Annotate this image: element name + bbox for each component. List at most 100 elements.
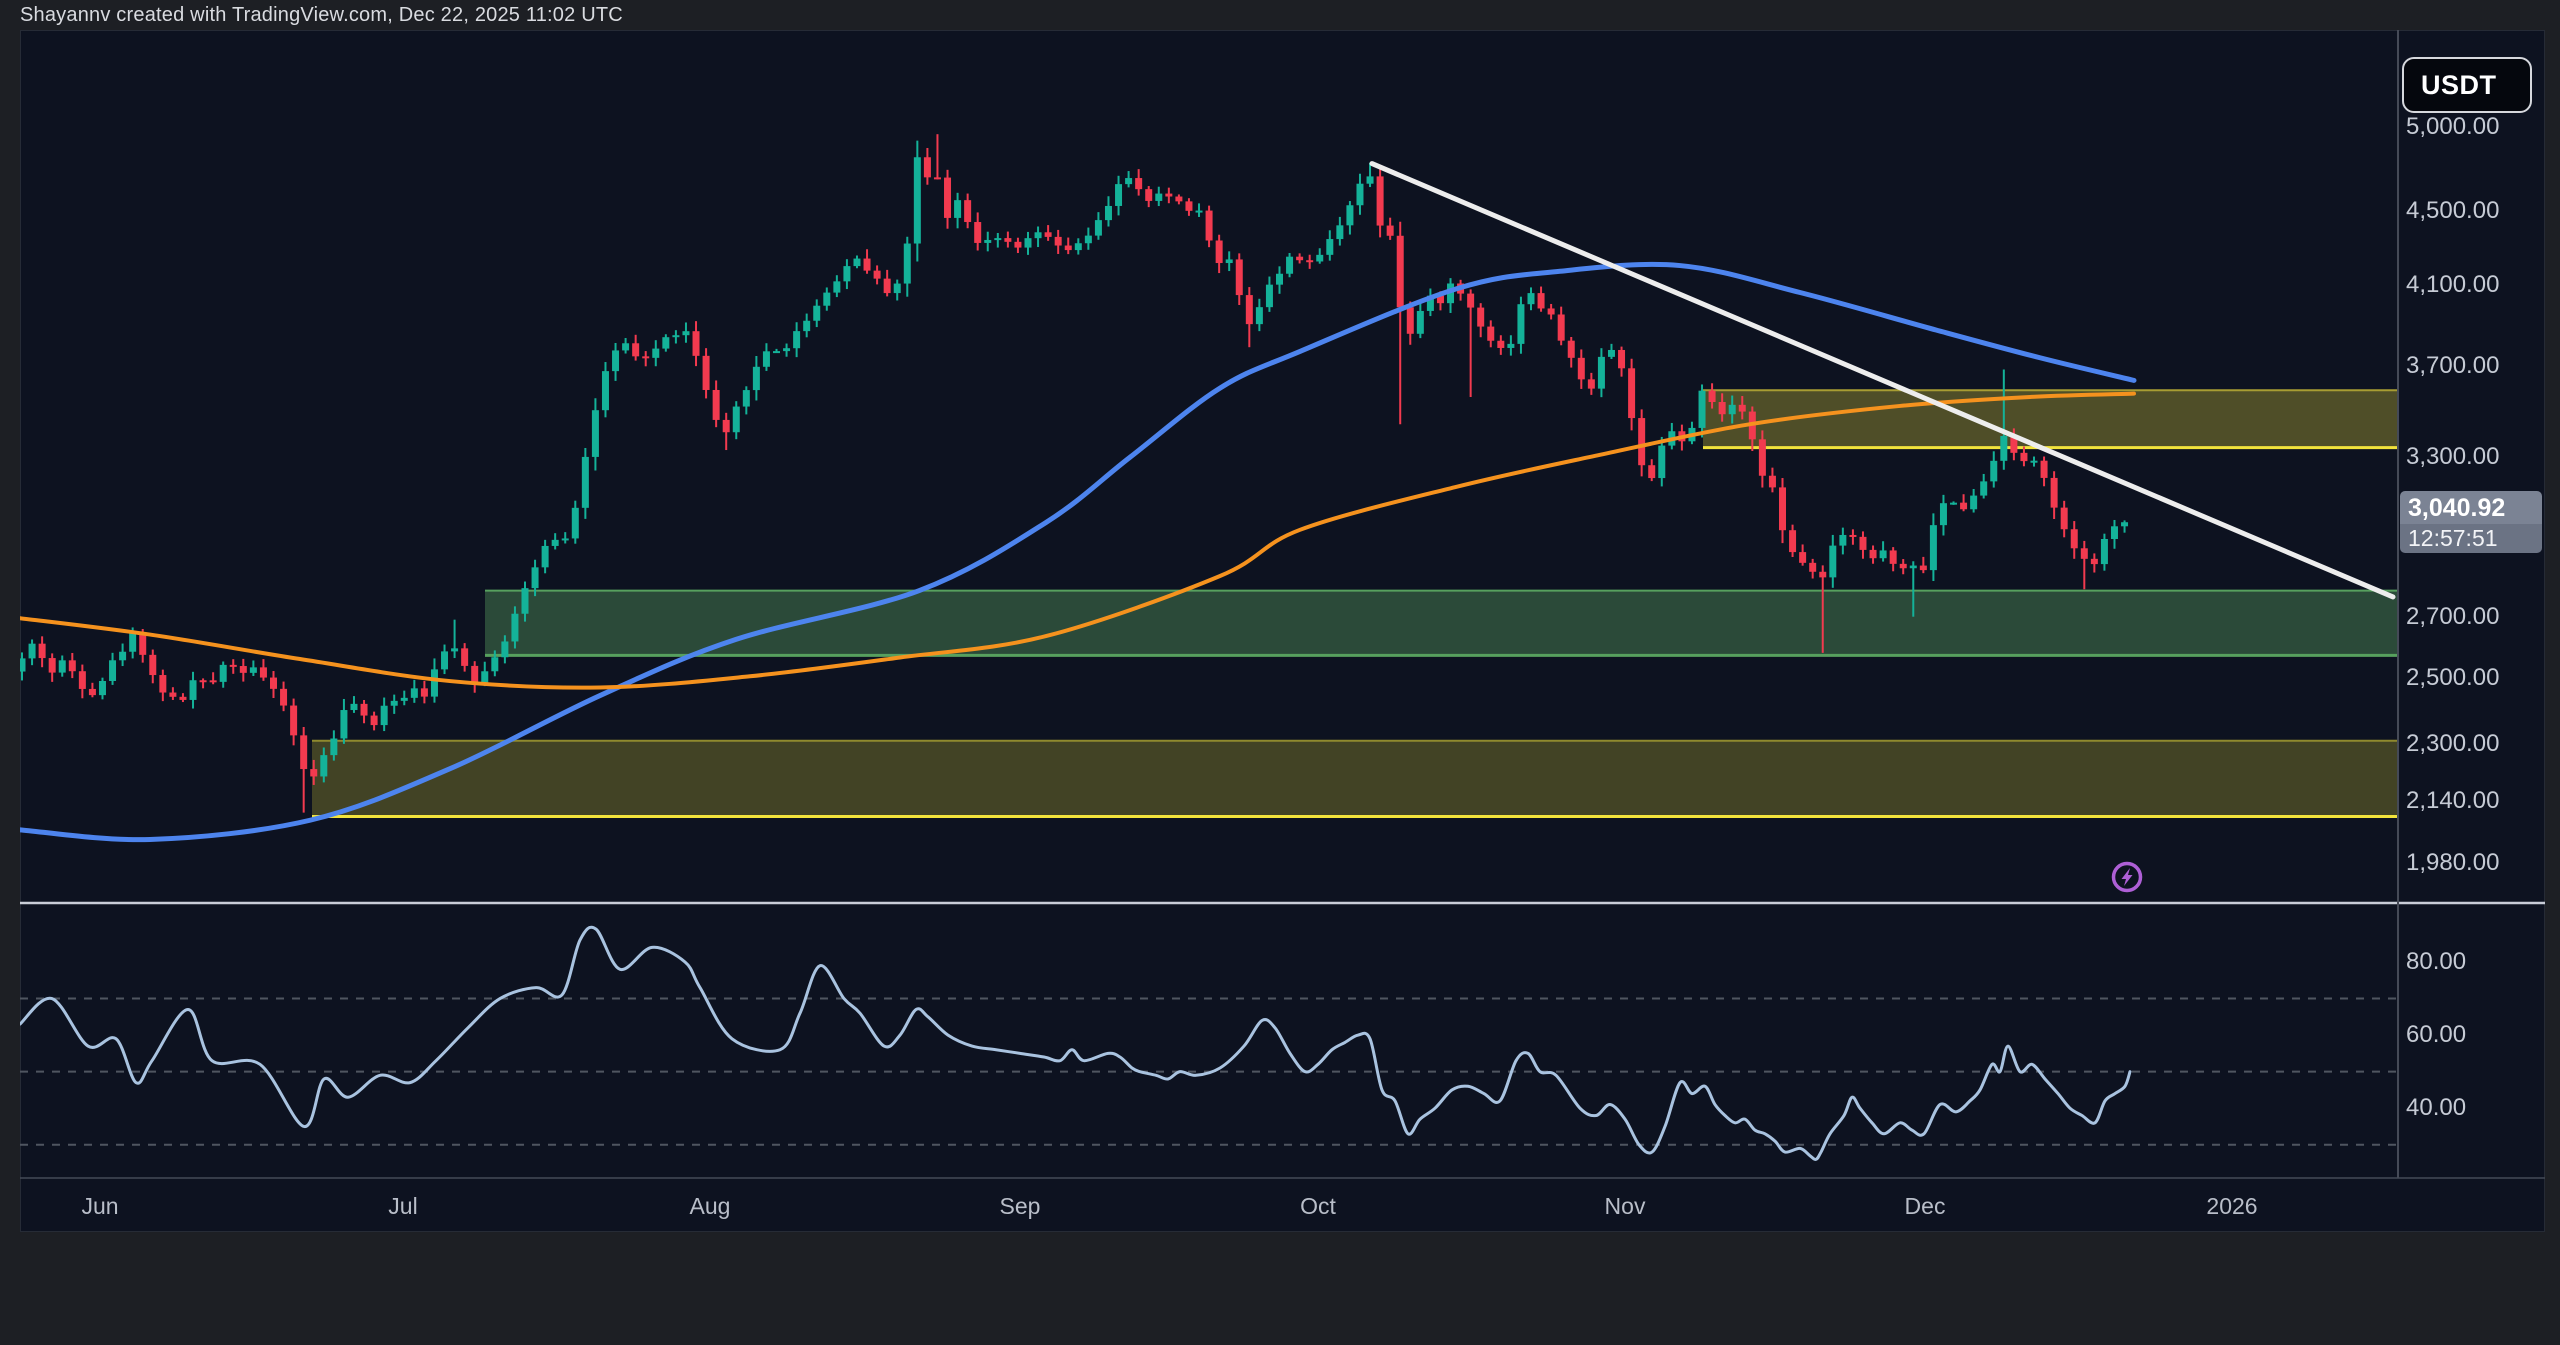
support-zone-green (485, 590, 2397, 656)
candle (903, 236, 911, 297)
candle (1768, 467, 1776, 493)
candle (813, 299, 821, 328)
candle (2030, 456, 2038, 467)
candle (974, 212, 982, 251)
lightning-icon[interactable] (2111, 861, 2143, 893)
candle (1426, 288, 1434, 317)
candle (1648, 459, 1656, 482)
candle (1396, 221, 1404, 425)
candle (1175, 194, 1183, 205)
rsi-line (20, 925, 2132, 1161)
candle (1487, 320, 1495, 348)
candle (1084, 227, 1092, 250)
candle (290, 698, 298, 746)
candle (581, 447, 589, 519)
attribution-bar: Shayannv created with TradingView.com, D… (0, 0, 2560, 30)
candle (410, 679, 418, 703)
candle (20, 652, 26, 681)
candle (390, 694, 398, 714)
candle (1235, 253, 1243, 306)
candle (1789, 524, 1797, 557)
candle (923, 147, 931, 185)
candle (1195, 203, 1203, 217)
candle (1104, 196, 1112, 227)
candle (2020, 446, 2028, 467)
candle (612, 342, 620, 381)
candle (1336, 216, 1344, 246)
candle (672, 330, 680, 344)
candle (2080, 540, 2088, 590)
candle (1024, 231, 1032, 255)
candle (964, 193, 972, 229)
candle (853, 255, 861, 269)
candle (1839, 527, 1847, 555)
candle (833, 275, 841, 298)
candle (119, 643, 127, 667)
candle (1245, 287, 1253, 348)
candle (1638, 409, 1646, 477)
candle (692, 321, 700, 367)
candle (1094, 212, 1102, 240)
candle (1004, 231, 1012, 248)
candle (1527, 287, 1535, 311)
chart-drawing[interactable] (20, 30, 2545, 1232)
candle (380, 697, 388, 732)
candle (662, 334, 670, 352)
candle (441, 644, 449, 675)
candle (561, 532, 569, 544)
candle (944, 169, 952, 229)
candle (954, 192, 962, 229)
candle (38, 636, 46, 668)
candle (1074, 238, 1082, 255)
candle (1265, 276, 1273, 312)
trendline (1369, 161, 2396, 600)
candle (1557, 306, 1565, 346)
candle (883, 269, 891, 297)
candle (1869, 545, 1877, 564)
candle (1507, 335, 1515, 356)
candle (189, 671, 197, 709)
candle (219, 661, 227, 688)
candle (1346, 201, 1354, 235)
candle (1125, 171, 1133, 188)
candle (913, 140, 921, 262)
candle (1034, 226, 1042, 248)
candle (682, 322, 690, 343)
candle (1849, 529, 1857, 545)
candle (360, 700, 368, 724)
candle (571, 500, 579, 544)
candle (88, 682, 96, 698)
candle (551, 533, 559, 550)
candle (78, 664, 86, 699)
candle (1517, 296, 1525, 354)
candle (984, 231, 992, 252)
candle (803, 313, 811, 338)
candle (732, 401, 740, 440)
candle (179, 693, 187, 703)
candle (1225, 251, 1233, 272)
candle (1376, 165, 1384, 238)
candle (1628, 358, 1636, 431)
candle (1587, 372, 1595, 395)
candlestick-series[interactable] (20, 134, 2129, 813)
candle (239, 658, 247, 682)
candle (461, 643, 469, 672)
candle (1205, 205, 1213, 248)
attribution-text: Shayannv created with TradingView.com, D… (20, 3, 623, 26)
candle (1939, 494, 1947, 536)
candle (1799, 544, 1807, 566)
candle (270, 671, 277, 698)
candle (280, 681, 288, 712)
candle (2121, 520, 2129, 533)
candle (199, 678, 207, 689)
candle (1215, 234, 1223, 274)
candle (1497, 335, 1505, 355)
candle (933, 134, 941, 180)
candle (1668, 422, 1676, 450)
candle (1779, 478, 1786, 544)
candle (1155, 186, 1163, 207)
candle (2060, 500, 2068, 538)
candle (1537, 286, 1545, 312)
candle (2090, 553, 2098, 573)
chart-canvas[interactable] (20, 30, 2545, 1232)
